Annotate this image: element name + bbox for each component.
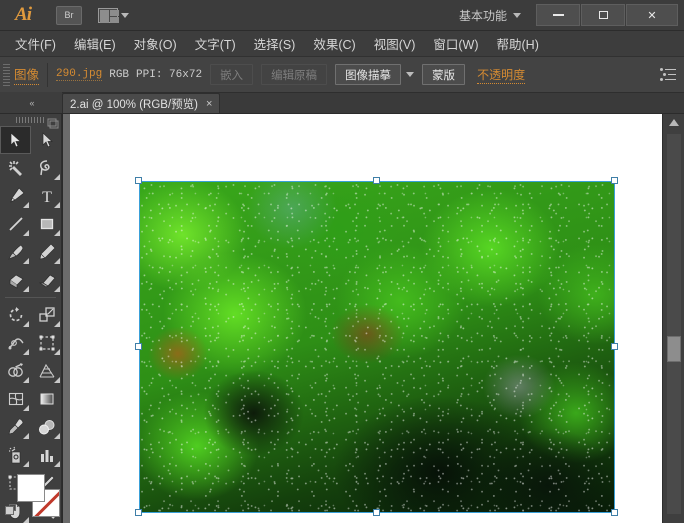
handle-top-left[interactable]: [135, 177, 142, 184]
scrollbar-track[interactable]: [667, 134, 681, 514]
fill-swatch[interactable]: [17, 474, 45, 502]
canvas-area[interactable]: [62, 114, 662, 523]
handle-bottom-left[interactable]: [135, 509, 142, 516]
handle-top-right[interactable]: [611, 177, 618, 184]
menu-item-view[interactable]: 视图(V): [365, 31, 425, 56]
document-tab-bar: « 2.ai @ 100% (RGB/预览) ×: [0, 92, 684, 114]
type-tool[interactable]: T: [31, 182, 62, 210]
handle-top-center[interactable]: [373, 177, 380, 184]
column-graph-tool[interactable]: [31, 441, 62, 469]
mask-button[interactable]: 蒙版: [422, 64, 466, 85]
fill-stroke-swatches: [5, 470, 61, 522]
minimize-icon: [552, 14, 564, 16]
scrollbar-thumb[interactable]: [667, 336, 681, 362]
free-transform-tool[interactable]: [31, 329, 62, 357]
pencil-tool[interactable]: [31, 238, 62, 266]
app-logo-icon: Ai: [15, 4, 32, 25]
handle-middle-right[interactable]: [611, 343, 618, 350]
illustrator-window: Ai Br 基本功能 ✕ 文件(F) 编辑(E) 对象(O) 文字(T) 选择(…: [0, 0, 684, 523]
maximize-button[interactable]: [581, 4, 625, 26]
menu-item-select[interactable]: 选择(S): [245, 31, 305, 56]
window-controls: ✕: [535, 4, 678, 26]
collapse-panel-icon[interactable]: «: [0, 92, 62, 113]
ppi-label: PPI: 76x72: [136, 68, 203, 81]
bridge-button[interactable]: Br: [56, 5, 82, 25]
eraser-tool[interactable]: [31, 266, 62, 294]
divider: [47, 62, 49, 87]
title-bar: Ai Br 基本功能 ✕: [0, 0, 684, 31]
document-tab[interactable]: 2.ai @ 100% (RGB/预览) ×: [62, 93, 221, 113]
lasso-tool[interactable]: [31, 154, 62, 182]
vertical-scrollbar[interactable]: [662, 114, 684, 523]
line-segment-tool[interactable]: [0, 210, 31, 238]
blob-brush-tool[interactable]: [0, 266, 31, 294]
scale-tool[interactable]: [31, 301, 62, 329]
embed-button[interactable]: 嵌入: [210, 64, 254, 85]
selection-tool[interactable]: [0, 126, 31, 154]
change-screen-mode-icon[interactable]: [47, 116, 59, 129]
menu-bar: 文件(F) 编辑(E) 对象(O) 文字(T) 选择(S) 效果(C) 视图(V…: [0, 31, 684, 57]
gradient-tool[interactable]: [31, 385, 62, 413]
rectangle-tool[interactable]: [31, 210, 62, 238]
tools-divider: [5, 297, 56, 298]
maximize-icon: [598, 11, 608, 19]
shape-builder-tool[interactable]: [0, 357, 31, 385]
direct-selection-tool[interactable]: [31, 126, 62, 154]
control-panel: 图像 290.jpg RGB PPI: 76x72 嵌入 编辑原稿 图像描摹 蒙…: [0, 57, 684, 93]
scroll-up-arrow-icon[interactable]: [669, 119, 679, 126]
menu-item-edit[interactable]: 编辑(E): [65, 31, 125, 56]
control-panel-gripper[interactable]: [3, 63, 10, 86]
workspace-switcher-label[interactable]: 基本功能: [459, 7, 507, 24]
handle-bottom-center[interactable]: [373, 509, 380, 516]
tools-panel: T: [0, 114, 62, 523]
pen-tool[interactable]: [0, 182, 31, 210]
minimize-button[interactable]: [536, 4, 580, 26]
artboard[interactable]: [70, 114, 662, 523]
document-tab-label: 2.ai @ 100% (RGB/预览): [70, 98, 198, 111]
mesh-tool[interactable]: [0, 385, 31, 413]
close-icon[interactable]: ×: [206, 98, 212, 110]
paintbrush-tool[interactable]: [0, 238, 31, 266]
chevron-down-icon: [121, 12, 129, 18]
menu-item-type[interactable]: 文字(T): [186, 31, 245, 56]
selection-bounding-box: [139, 181, 615, 513]
arrange-documents-button[interactable]: [98, 7, 129, 23]
menu-item-effect[interactable]: 效果(C): [304, 31, 364, 56]
menu-item-object[interactable]: 对象(O): [125, 31, 186, 56]
svg-text:T: T: [42, 189, 52, 205]
arrange-documents-icon: [98, 7, 119, 23]
object-type-label: 图像: [14, 64, 40, 85]
symbol-sprayer-tool[interactable]: [0, 441, 31, 469]
workspace-chevron-down-icon[interactable]: [513, 12, 521, 18]
menu-item-file[interactable]: 文件(F): [6, 31, 65, 56]
close-button[interactable]: ✕: [626, 4, 678, 26]
menu-item-help[interactable]: 帮助(H): [488, 31, 548, 56]
color-mode-label: RGB: [109, 68, 130, 81]
panel-menu-icon[interactable]: [660, 68, 676, 81]
magic-wand-tool[interactable]: [0, 154, 31, 182]
opacity-label[interactable]: 不透明度: [477, 66, 526, 84]
default-fill-stroke-icon[interactable]: [5, 504, 18, 517]
eyedropper-tool[interactable]: [0, 413, 31, 441]
handle-bottom-right[interactable]: [611, 509, 618, 516]
rotate-tool[interactable]: [0, 301, 31, 329]
tools-grid: T: [0, 126, 61, 294]
blend-tool[interactable]: [31, 413, 62, 441]
perspective-grid-tool[interactable]: [31, 357, 62, 385]
placed-image-290-jpg[interactable]: [135, 177, 618, 516]
width-tool[interactable]: [0, 329, 31, 357]
image-trace-button[interactable]: 图像描摹: [335, 64, 402, 85]
image-trace-chevron-down-icon[interactable]: [406, 72, 415, 77]
linked-file-name[interactable]: 290.jpg: [56, 68, 103, 81]
edit-original-button[interactable]: 编辑原稿: [261, 64, 328, 85]
canvas-left-edge: [62, 114, 63, 523]
menu-item-window[interactable]: 窗口(W): [424, 31, 487, 56]
handle-middle-left[interactable]: [135, 343, 142, 350]
